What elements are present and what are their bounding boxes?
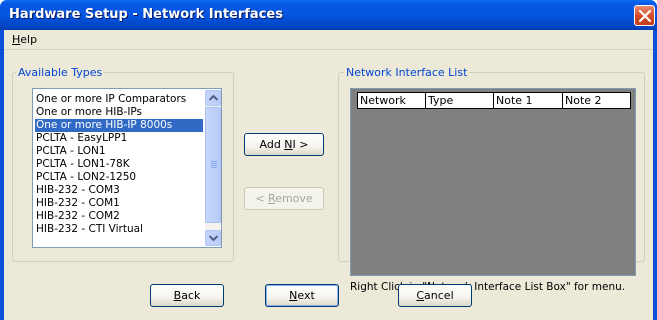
- remove-button[interactable]: < Remove: [244, 187, 324, 210]
- menu-item-help[interactable]: Help: [12, 33, 37, 46]
- list-item[interactable]: HIB-232 - COM1: [35, 197, 203, 210]
- next-button[interactable]: Next: [265, 284, 339, 307]
- scroll-up-button[interactable]: [205, 90, 221, 106]
- cancel-hotkey: C: [416, 289, 425, 302]
- cancel-post: ancel: [424, 289, 454, 302]
- list-item[interactable]: PCLTA - EasyLPP1: [35, 132, 203, 145]
- available-types-listbox[interactable]: One or more IP Comparators One or more HI…: [32, 88, 222, 248]
- add-ni-hotkey: N: [284, 138, 293, 151]
- scroll-down-button[interactable]: [205, 230, 221, 246]
- network-interface-list-header: Network Type Note 1 Note 2: [357, 92, 631, 109]
- column-header-type[interactable]: Type: [426, 93, 494, 108]
- column-header-note1[interactable]: Note 1: [494, 93, 563, 108]
- remove-post: emove: [275, 192, 313, 205]
- scroll-thumb[interactable]: [205, 107, 221, 223]
- list-item[interactable]: HIB-232 - COM2: [35, 210, 203, 223]
- list-item[interactable]: PCLTA - LON1-78K: [35, 158, 203, 171]
- network-interface-list-legend: Network Interface List: [344, 66, 470, 79]
- list-item[interactable]: One or more HIB-IP 8000s: [35, 119, 203, 132]
- hardware-setup-window: Hardware Setup - Network Interfaces Help…: [0, 0, 657, 320]
- back-button[interactable]: Back: [150, 284, 224, 307]
- list-item[interactable]: HIB-232 - CTI Virtual: [35, 223, 203, 236]
- listbox-scrollbar[interactable]: [205, 90, 221, 246]
- title-bar[interactable]: Hardware Setup - Network Interfaces: [0, 0, 657, 30]
- list-item[interactable]: One or more IP Comparators: [35, 93, 203, 106]
- list-item[interactable]: One or more HIB-IPs: [35, 106, 203, 119]
- window-title: Hardware Setup - Network Interfaces: [9, 7, 283, 22]
- add-ni-pre: Add: [259, 138, 285, 151]
- list-item[interactable]: HIB-232 - COM3: [35, 184, 203, 197]
- menu-help-rest: elp: [20, 33, 38, 46]
- network-interface-list-hint: Right Click in "Network Interface List B…: [350, 281, 626, 293]
- remove-pre: <: [255, 192, 269, 205]
- list-item[interactable]: PCLTA - LON2-1250: [35, 171, 203, 184]
- cancel-button[interactable]: Cancel: [398, 284, 472, 307]
- scroll-down-arrow-icon: [209, 235, 218, 241]
- add-ni-button[interactable]: Add NI >: [244, 133, 324, 156]
- next-post: ext: [297, 289, 315, 302]
- network-interface-list-box[interactable]: Network Type Note 1 Note 2: [350, 88, 636, 276]
- available-types-items: One or more IP Comparators One or more HI…: [35, 93, 203, 236]
- list-item[interactable]: PCLTA - LON1: [35, 145, 203, 158]
- column-header-network[interactable]: Network: [358, 93, 426, 108]
- close-button[interactable]: [634, 5, 655, 26]
- menu-bar: Help: [4, 30, 653, 50]
- column-header-note2[interactable]: Note 2: [563, 93, 631, 108]
- dialog-client-area: Help Available Types One or more IP Comp…: [4, 30, 653, 320]
- scroll-up-arrow-icon: [209, 95, 218, 101]
- close-icon: [639, 10, 651, 22]
- add-ni-post: I >: [292, 138, 309, 151]
- available-types-legend: Available Types: [16, 66, 105, 79]
- back-post: ack: [181, 289, 201, 302]
